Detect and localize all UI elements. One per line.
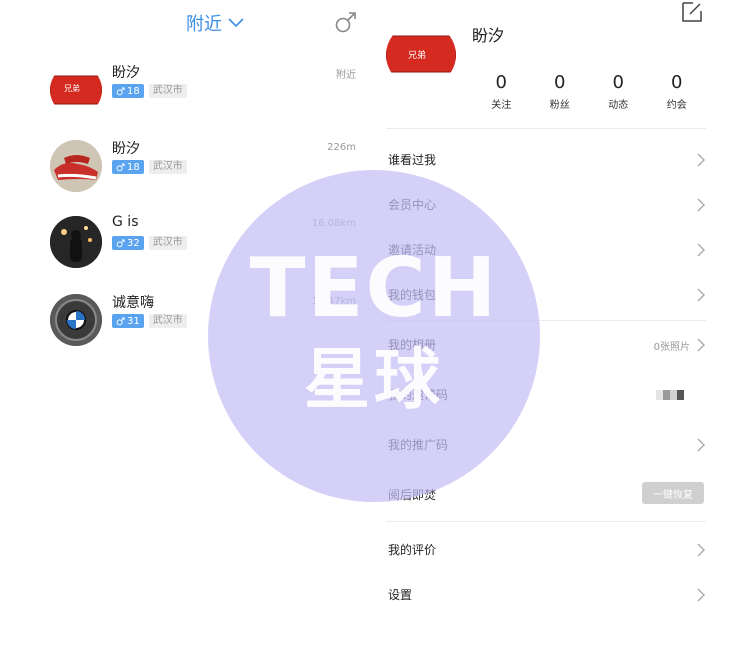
stat-dates[interactable]: 0 约会 (648, 72, 707, 111)
stat-value: 0 (495, 72, 507, 93)
album-count: 0张照片 (653, 342, 690, 353)
nearby-panel: 附近 兄弟 盼汐 18 武汉市 附近 盼汐 18 武汉市 226m G is 3… (0, 0, 368, 665)
menu-label: 邀请活动 (388, 243, 437, 257)
nearby-user-row[interactable]: 盼汐 18 武汉市 226m (0, 130, 368, 206)
nearby-user-row[interactable]: 诚意嗨 31 武汉市 16.47km (0, 284, 368, 360)
age-badge: 32 (112, 236, 144, 250)
user-distance: 16.08km (311, 218, 356, 229)
age-badge: 18 (112, 160, 144, 174)
profile-stats: 0 关注 0 粉丝 0 动态 0 约会 (472, 72, 706, 111)
user-name: 诚意嗨 (112, 295, 154, 311)
menu-member-center[interactable]: 会员中心 (386, 188, 706, 222)
male-symbol-icon[interactable] (334, 10, 358, 34)
age-badge: 31 (112, 314, 144, 328)
menu-label: 我的相册 (388, 338, 437, 352)
invite-code-blurred (656, 390, 684, 400)
menu-label: 我的评价 (388, 543, 437, 557)
user-badges: 18 武汉市 (112, 84, 187, 98)
age-value: 32 (127, 237, 140, 249)
age-badge: 18 (112, 84, 144, 98)
stat-label: 动态 (608, 100, 629, 111)
stat-fans[interactable]: 0 粉丝 (531, 72, 590, 111)
chevron-right-icon (697, 338, 705, 352)
stat-value: 0 (612, 72, 624, 93)
menu-reviews[interactable]: 我的评价 (386, 533, 706, 567)
profile-panel: 兄弟 盼汐 0 关注 0 粉丝 0 动态 0 约会 谁看过我 会员中心 邀请活动… (386, 0, 706, 665)
male-symbol-icon (116, 238, 125, 247)
age-value: 31 (127, 315, 140, 327)
section-divider (386, 521, 706, 522)
menu-burn-after-read: 阅后即焚 一键恢复 (386, 478, 706, 512)
menu-label: 我的推广码 (388, 438, 449, 452)
city-badge: 武汉市 (148, 236, 187, 250)
nearby-dropdown[interactable]: 附近 (186, 10, 244, 36)
menu-label: 我的邀请码 (388, 388, 449, 402)
male-symbol-icon (116, 86, 125, 95)
user-avatar (50, 294, 102, 346)
stat-label: 关注 (491, 100, 512, 111)
stat-label: 约会 (666, 100, 687, 111)
menu-invite-activity[interactable]: 邀请活动 (386, 233, 706, 267)
user-distance: 附近 (336, 70, 356, 81)
menu-label: 会员中心 (388, 198, 437, 212)
user-badges: 18 武汉市 (112, 160, 187, 174)
chevron-right-icon (697, 198, 705, 212)
user-distance: 16.47km (311, 296, 356, 307)
chevron-right-icon (697, 153, 705, 167)
menu-label: 设置 (388, 588, 413, 602)
stat-label: 粉丝 (549, 100, 570, 111)
male-symbol-icon (116, 316, 125, 325)
chevron-right-icon (697, 543, 705, 557)
city-badge: 武汉市 (148, 160, 187, 174)
age-value: 18 (127, 85, 140, 97)
chevron-right-icon (697, 438, 705, 452)
edit-icon[interactable] (680, 0, 704, 24)
male-symbol-icon (116, 162, 125, 171)
menu-wallet[interactable]: 我的钱包 (386, 278, 706, 312)
section-divider (386, 320, 706, 321)
stat-value: 0 (671, 72, 683, 93)
age-value: 18 (127, 161, 140, 173)
menu-label: 阅后即焚 (388, 488, 437, 502)
one-key-restore-button[interactable]: 一键恢复 (642, 482, 704, 504)
nearby-user-row[interactable]: G is 32 武汉市 16.08km (0, 206, 368, 282)
menu-label: 我的钱包 (388, 288, 437, 302)
city-badge: 武汉市 (148, 84, 187, 98)
nearby-top-bar: 附近 (0, 0, 368, 46)
user-avatar (50, 140, 102, 192)
chevron-right-icon (697, 288, 705, 302)
section-divider (386, 128, 706, 129)
user-avatar (50, 216, 102, 268)
avatar-label: 兄弟 (408, 51, 427, 61)
profile-avatar[interactable]: 兄弟 (386, 22, 456, 88)
stat-value: 0 (554, 72, 566, 93)
user-name: 盼汐 (112, 141, 140, 157)
user-distance: 226m (327, 142, 356, 153)
chevron-right-icon (697, 243, 705, 257)
menu-promo-code[interactable]: 我的推广码 (386, 428, 706, 462)
user-name: G is (112, 214, 139, 230)
stat-following[interactable]: 0 关注 (472, 72, 531, 111)
nearby-user-row[interactable]: 兄弟 盼汐 18 武汉市 附近 (0, 54, 368, 130)
menu-invite-code[interactable]: 我的邀请码 (386, 378, 706, 412)
profile-name: 盼汐 (472, 26, 505, 45)
city-badge: 武汉市 (148, 314, 187, 328)
chevron-down-icon (228, 18, 244, 28)
nearby-title-label: 附近 (186, 14, 222, 35)
menu-who-viewed[interactable]: 谁看过我 (386, 143, 706, 177)
menu-album[interactable]: 我的相册 0张照片 (386, 328, 706, 362)
user-name: 盼汐 (112, 65, 140, 81)
chevron-right-icon (697, 588, 705, 602)
avatar-label: 兄弟 (64, 84, 80, 93)
menu-settings[interactable]: 设置 (386, 578, 706, 612)
user-badges: 31 武汉市 (112, 314, 187, 328)
stat-posts[interactable]: 0 动态 (589, 72, 648, 111)
user-badges: 32 武汉市 (112, 236, 187, 250)
menu-label: 谁看过我 (388, 153, 437, 167)
user-avatar: 兄弟 (50, 64, 102, 116)
